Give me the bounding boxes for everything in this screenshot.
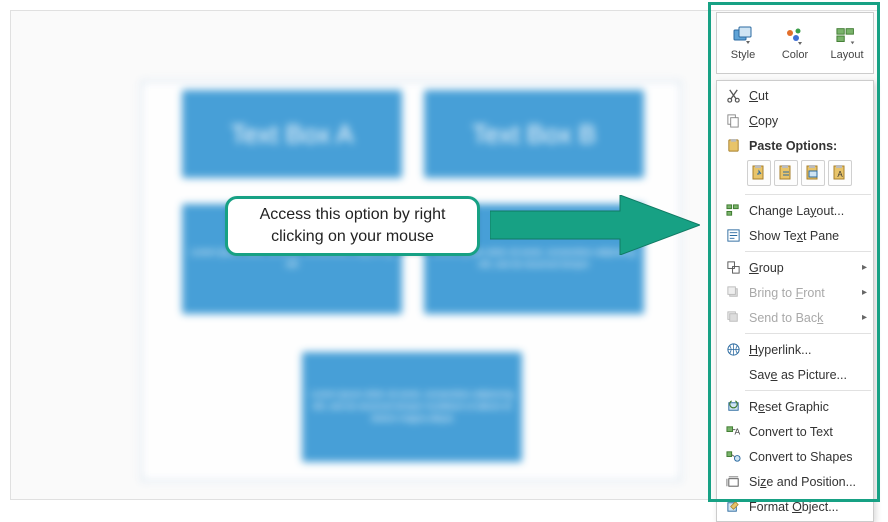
submenu-arrow-icon: ▸ xyxy=(862,287,867,298)
menu-hyperlink[interactable]: Hyperlink... xyxy=(717,337,873,362)
color-button[interactable]: Color xyxy=(769,13,821,73)
style-icon xyxy=(732,25,754,47)
menu-cut[interactable]: Cut xyxy=(717,83,873,108)
menu-send-to-back: Send to Back ▸ xyxy=(717,305,873,330)
copy-icon xyxy=(723,112,743,130)
hyperlink-icon xyxy=(723,341,743,359)
menu-copy[interactable]: Copy xyxy=(717,108,873,133)
menu-label: Show Text Pane xyxy=(749,229,867,243)
menu-separator xyxy=(745,390,871,391)
menu-separator xyxy=(745,333,871,334)
style-button[interactable]: Style xyxy=(717,13,769,73)
reset-icon xyxy=(723,398,743,416)
paste-text-only[interactable]: A xyxy=(828,160,852,186)
smartart-container[interactable]: Text Box A Text Box B Lorem ipsum dolor … xyxy=(141,81,681,481)
save-picture-icon xyxy=(723,366,743,384)
menu-show-text-pane[interactable]: Show Text Pane xyxy=(717,223,873,248)
menu-label: Copy xyxy=(749,114,867,128)
menu-format-object[interactable]: Format Object... xyxy=(717,494,873,519)
mini-toolbar: Style Color Layout xyxy=(716,12,874,74)
submenu-arrow-icon: ▸ xyxy=(862,312,867,323)
menu-label: Paste Options: xyxy=(749,139,867,153)
paste-picture[interactable] xyxy=(801,160,825,186)
paste-use-destination-theme[interactable] xyxy=(747,160,771,186)
layout-button[interactable]: Layout xyxy=(821,13,873,73)
menu-label: Size and Position... xyxy=(749,475,867,489)
paste-options-row: A xyxy=(717,158,873,191)
text-box-e[interactable]: Lorem ipsum dolor sit amet, consectetur … xyxy=(302,352,522,462)
change-layout-icon xyxy=(723,202,743,220)
svg-text:A: A xyxy=(837,170,843,179)
format-object-icon xyxy=(723,498,743,516)
menu-bring-to-front: Bring to Front ▸ xyxy=(717,280,873,305)
text-box-b[interactable]: Text Box B xyxy=(424,90,644,178)
cut-icon xyxy=(723,87,743,105)
menu-label: Send to Back xyxy=(749,311,858,325)
style-label: Style xyxy=(731,49,755,61)
layout-icon xyxy=(836,25,858,47)
menu-label: Convert to Text xyxy=(749,425,867,439)
menu-label: Hyperlink... xyxy=(749,343,867,357)
convert-shapes-icon xyxy=(723,448,743,466)
menu-group[interactable]: Group ▸ xyxy=(717,255,873,280)
menu-label: Bring to Front xyxy=(749,286,858,300)
bring-front-icon xyxy=(723,284,743,302)
color-label: Color xyxy=(782,49,808,61)
submenu-arrow-icon: ▸ xyxy=(862,262,867,273)
size-position-icon xyxy=(723,473,743,491)
menu-change-layout[interactable]: Change Layout... xyxy=(717,198,873,223)
menu-label: Save as Picture... xyxy=(749,368,867,382)
color-icon xyxy=(784,25,806,47)
menu-convert-to-text[interactable]: A Convert to Text xyxy=(717,419,873,444)
menu-label: Group xyxy=(749,261,858,275)
text-box-a[interactable]: Text Box A xyxy=(182,90,402,178)
menu-separator xyxy=(745,194,871,195)
callout-text: Access this option by right clicking on … xyxy=(244,204,461,247)
menu-label: Convert to Shapes xyxy=(749,450,867,464)
menu-size-and-position[interactable]: Size and Position... xyxy=(717,469,873,494)
group-icon xyxy=(723,259,743,277)
instruction-callout: Access this option by right clicking on … xyxy=(225,196,480,256)
paste-icon xyxy=(723,137,743,155)
layout-label: Layout xyxy=(830,49,863,61)
convert-text-icon: A xyxy=(723,423,743,441)
svg-text:A: A xyxy=(734,426,740,436)
send-back-icon xyxy=(723,309,743,327)
paste-keep-source[interactable] xyxy=(774,160,798,186)
text-pane-icon xyxy=(723,227,743,245)
menu-label: Reset Graphic xyxy=(749,400,867,414)
context-menu: Cut Copy Paste Options: A Change Layou xyxy=(716,80,874,522)
menu-label: Format Object... xyxy=(749,500,867,514)
menu-separator xyxy=(745,251,871,252)
menu-paste-options: Paste Options: xyxy=(717,133,873,158)
menu-convert-to-shapes[interactable]: Convert to Shapes xyxy=(717,444,873,469)
menu-save-as-picture[interactable]: Save as Picture... xyxy=(717,362,873,387)
arrow-icon xyxy=(490,195,700,255)
menu-label: Change Layout... xyxy=(749,204,867,218)
menu-label: Cut xyxy=(749,89,867,103)
menu-reset-graphic[interactable]: Reset Graphic xyxy=(717,394,873,419)
